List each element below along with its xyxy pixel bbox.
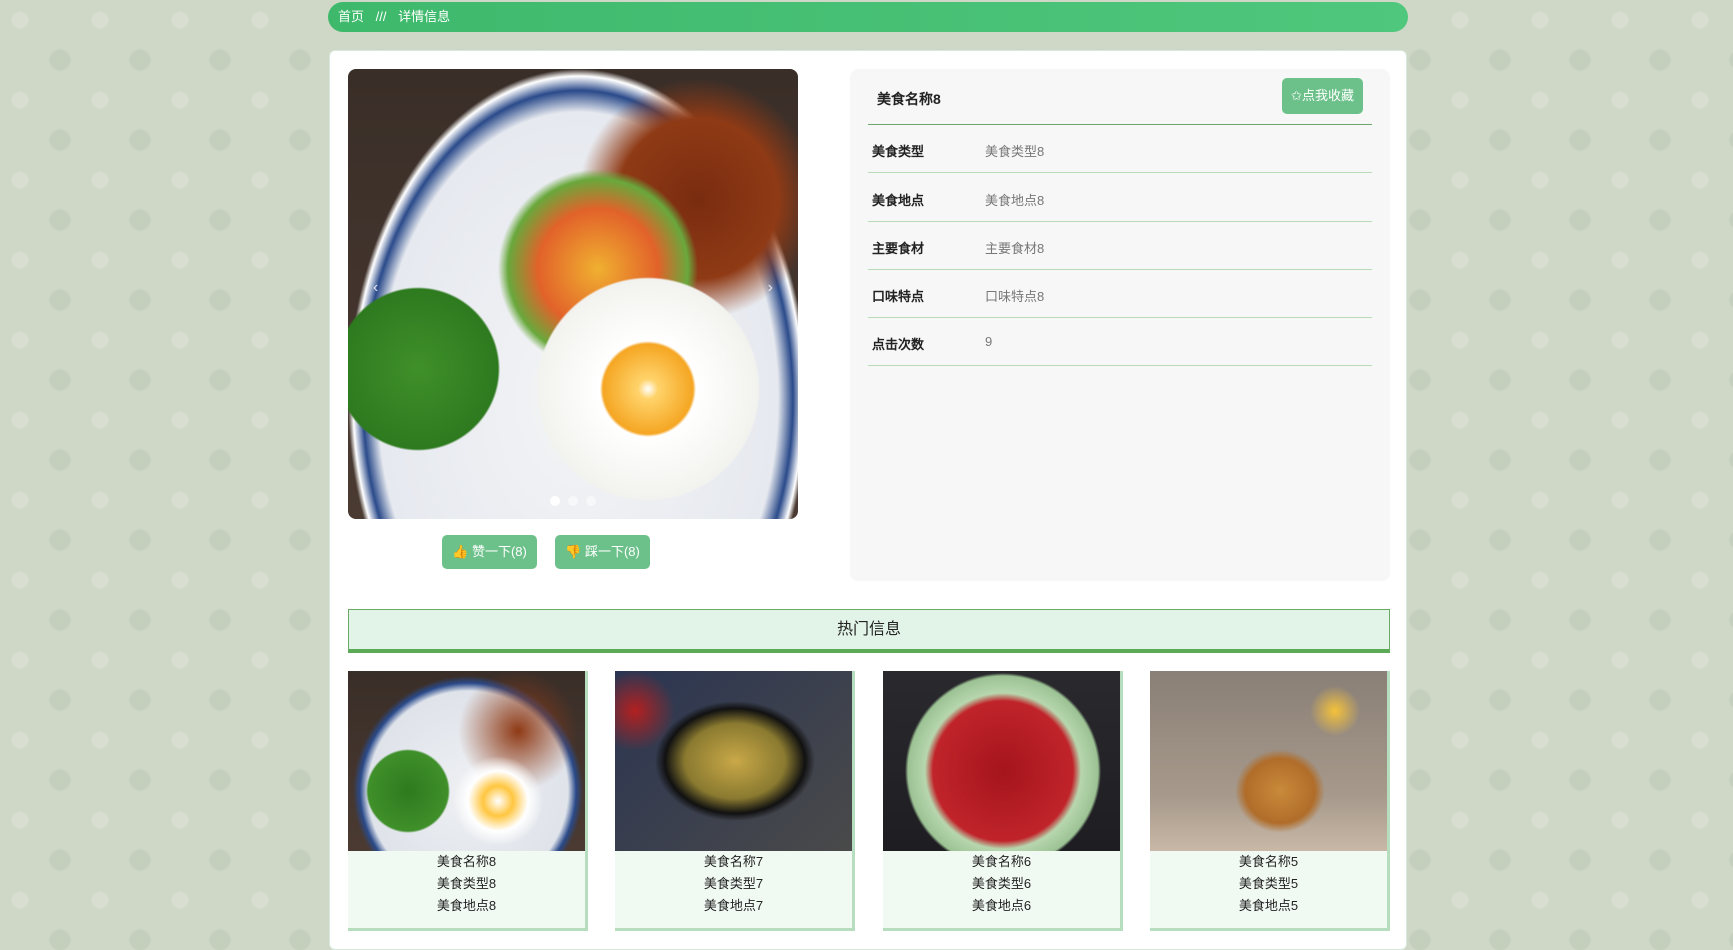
dislike-button[interactable]: 👎 踩一下(8)	[555, 535, 650, 569]
carousel-next-icon[interactable]: ›	[768, 279, 773, 297]
detail-row: 点击次数 9	[868, 318, 1372, 366]
detail-value: 美食类型8	[985, 144, 1045, 159]
food-image[interactable]	[348, 671, 585, 851]
hot-item-type: 美食类型5	[1238, 876, 1299, 891]
hot-item-type: 美食类型7	[703, 876, 764, 891]
breadcrumb-current: 详情信息	[398, 9, 451, 24]
detail-value: 9	[985, 334, 993, 349]
favorite-button[interactable]: ✩点我收藏	[1282, 78, 1363, 114]
hot-item-place: 美食地点7	[703, 898, 764, 913]
carousel-dot[interactable]	[568, 496, 578, 506]
carousel-prev-icon[interactable]: ‹	[373, 279, 378, 297]
hot-item-name: 美食名称6	[971, 854, 1032, 869]
breadcrumb: 首页 /// 详情信息	[328, 2, 1408, 32]
detail-label: 主要食材	[872, 241, 925, 256]
hot-item-card[interactable]: 美食名称6 美食类型6 美食地点6	[883, 671, 1123, 931]
hot-section-header: 热门信息	[348, 609, 1390, 653]
hot-item-name: 美食名称8	[436, 854, 497, 869]
food-image[interactable]	[883, 671, 1120, 851]
detail-value: 口味特点8	[985, 289, 1045, 304]
detail-row: 美食地点 美食地点8	[868, 174, 1372, 222]
hot-item-place: 美食地点6	[971, 898, 1032, 913]
detail-row: 口味特点 口味特点8	[868, 270, 1372, 318]
breadcrumb-separator: ///	[375, 9, 387, 24]
carousel-dot[interactable]	[550, 496, 560, 506]
detail-label: 美食类型	[872, 144, 925, 159]
detail-value: 美食地点8	[985, 193, 1045, 208]
hot-item-name: 美食名称7	[703, 854, 764, 869]
carousel-indicators	[348, 494, 798, 509]
like-button[interactable]: 👍 赞一下(8)	[442, 535, 537, 569]
hot-item-card[interactable]: 美食名称8 美食类型8 美食地点8	[348, 671, 588, 931]
detail-container: ‹ › 👍 赞一下(8) 👎 踩一下(8) 美食名称8 ✩点我收藏 美食类型 美食…	[329, 50, 1407, 950]
hot-item-card[interactable]: 美食名称7 美食类型7 美食地点7	[615, 671, 855, 931]
detail-label: 美食地点	[872, 193, 925, 208]
detail-panel: 美食名称8 ✩点我收藏 美食类型 美食类型8 美食地点 美食地点8 主要食材 主要食材…	[850, 69, 1390, 581]
hot-item-place: 美食地点8	[436, 898, 497, 913]
hot-item-place: 美食地点5	[1238, 898, 1299, 913]
breadcrumb-home[interactable]: 首页	[338, 9, 364, 24]
detail-label: 口味特点	[872, 289, 925, 304]
food-title: 美食名称8	[877, 91, 941, 107]
detail-row: 主要食材 主要食材8	[868, 222, 1372, 270]
detail-value: 主要食材8	[985, 241, 1045, 256]
detail-row: 美食类型 美食类型8	[868, 125, 1372, 173]
hot-item-type: 美食类型8	[436, 876, 497, 891]
carousel-dot[interactable]	[586, 496, 596, 506]
hot-item-name: 美食名称5	[1238, 854, 1299, 869]
image-carousel[interactable]: ‹ ›	[348, 69, 798, 519]
food-image[interactable]	[1150, 671, 1387, 851]
hot-item-card[interactable]: 美食名称5 美食类型5 美食地点5	[1150, 671, 1390, 931]
hot-item-type: 美食类型6	[971, 876, 1032, 891]
detail-label: 点击次数	[872, 337, 925, 352]
food-image[interactable]	[615, 671, 852, 851]
